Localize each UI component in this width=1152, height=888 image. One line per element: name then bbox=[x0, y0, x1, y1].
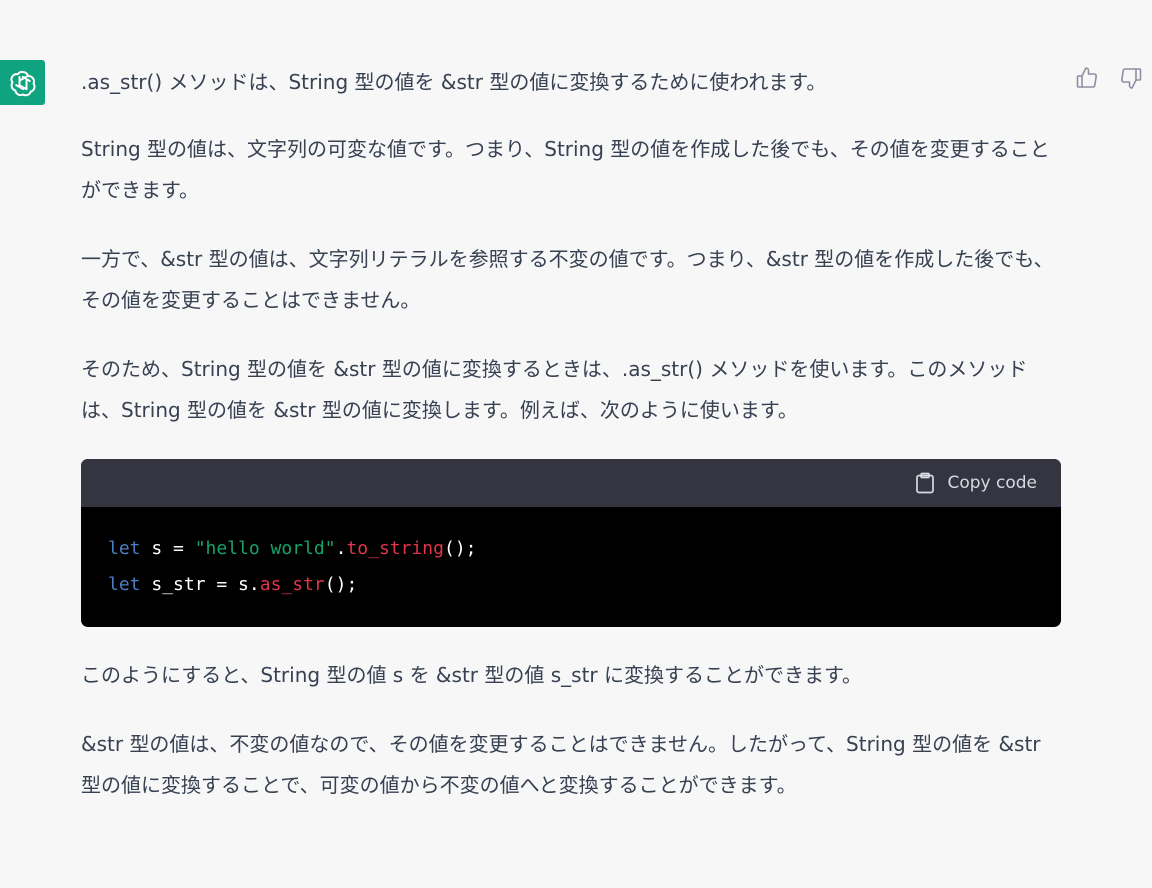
code-content[interactable]: let s = "hello world".to_string(); let s_… bbox=[81, 507, 1061, 627]
code-block: Copy code let s = "hello world".to_strin… bbox=[81, 459, 1061, 627]
assistant-avatar bbox=[0, 60, 45, 105]
code-text: s = bbox=[140, 538, 195, 559]
code-text: (); bbox=[443, 538, 477, 559]
message-paragraph-2: String 型の値は、文字列の可変な値です。つまり、String 型の値を作成… bbox=[81, 137, 1050, 202]
copy-code-button[interactable]: Copy code bbox=[915, 472, 1037, 494]
code-function: to_string bbox=[346, 538, 444, 559]
message-paragraph-4: そのため、String 型の値を &str 型の値に変換するときは、.as_st… bbox=[81, 357, 1028, 422]
thumbs-up-icon bbox=[1076, 67, 1097, 88]
code-line-1: let s = "hello world".to_string(); bbox=[108, 531, 1035, 567]
message-paragraph-6: &str 型の値は、不変の値なので、その値を変更することはできません。したがって… bbox=[81, 732, 1047, 797]
thumbs-down-button[interactable] bbox=[1118, 64, 1144, 92]
code-function: as_str bbox=[259, 574, 325, 595]
clipboard-icon bbox=[916, 472, 935, 494]
code-block-header: Copy code bbox=[81, 459, 1061, 507]
openai-logo-icon bbox=[10, 70, 35, 96]
thumbs-down-icon bbox=[1121, 68, 1142, 89]
assistant-message: .as_str() メソッドは、String 型の値を &str 型の値に変換す… bbox=[81, 62, 1066, 834]
copy-code-label: Copy code bbox=[947, 473, 1037, 493]
code-text: . bbox=[335, 538, 347, 559]
thumbs-up-button[interactable] bbox=[1074, 64, 1100, 92]
feedback-controls bbox=[1074, 64, 1144, 92]
message-paragraph-1: .as_str() メソッドは、String 型の値を &str 型の値に変換す… bbox=[81, 70, 827, 94]
code-string: "hello world" bbox=[194, 538, 336, 559]
code-text: (); bbox=[324, 574, 358, 595]
message-paragraph-3: 一方で、&str 型の値は、文字列リテラルを参照する不変の値です。つまり、&st… bbox=[81, 247, 1054, 312]
code-line-2: let s_str = s.as_str(); bbox=[108, 567, 1035, 603]
message-paragraph-5: このようにすると、String 型の値 s を &str 型の値 s_str に… bbox=[81, 663, 862, 687]
code-keyword: let bbox=[108, 538, 141, 559]
code-text: s_str = s. bbox=[140, 574, 260, 595]
code-keyword: let bbox=[108, 574, 141, 595]
